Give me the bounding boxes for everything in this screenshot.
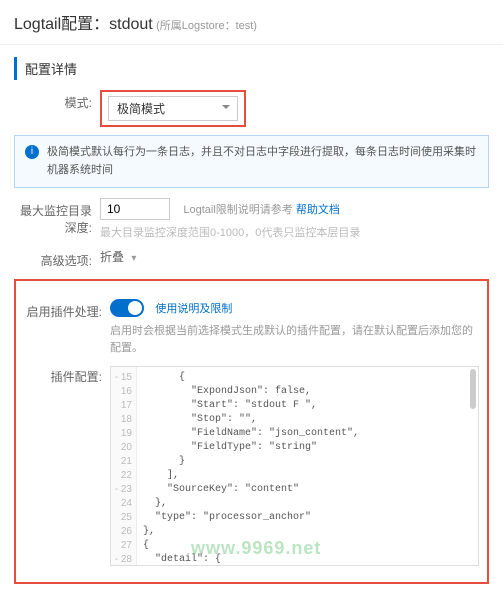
plugin-usage-link[interactable]: 使用说明及限制 — [155, 303, 232, 315]
editor-scrollbar[interactable] — [470, 369, 476, 409]
mode-info-box: i 极简模式默认每行为一条日志，并且不对日志中字段进行提取，每条日志时间使用采集… — [14, 135, 489, 188]
depth-hint: Logtail限制说明请参考 帮助文档 — [183, 204, 339, 216]
advanced-label: 高级选项: — [14, 248, 100, 269]
help-doc-link[interactable]: 帮助文档 — [296, 204, 340, 216]
plugin-config-editor[interactable]: - 15 16 17 18 19 20 21 22 - 23 24 25 26 … — [110, 366, 479, 566]
plugin-enable-toggle[interactable] — [110, 299, 144, 317]
plugin-toggle-desc: 启用时会根据当前选择模式生成默认的插件配置，请在默认配置后添加您的配置。 — [110, 323, 479, 356]
plugin-config-label: 插件配置: — [24, 364, 110, 385]
plugin-config-row: 插件配置: - 15 16 17 18 19 20 21 22 - 23 24 … — [24, 364, 479, 566]
info-icon: i — [25, 145, 39, 159]
advanced-row: 高级选项: 折叠 ▾ — [14, 248, 489, 269]
plugin-toggle-row: 启用插件处理: 使用说明及限制 启用时会根据当前选择模式生成默认的插件配置，请在… — [24, 299, 479, 356]
plugin-toggle-label: 启用插件处理: — [24, 299, 110, 320]
page-subtitle: (所属Logstore：test) — [156, 20, 257, 32]
depth-row: 最大监控目录深度: Logtail限制说明请参考 帮助文档 最大目录监控深度范围… — [14, 198, 489, 240]
mode-label: 模式: — [14, 90, 100, 111]
config-body: 模式: 极简模式 i 极简模式默认每行为一条日志，并且不对日志中字段进行提取，每… — [0, 90, 503, 598]
mode-select-value: 极简模式 — [117, 102, 165, 116]
editor-gutter: - 15 16 17 18 19 20 21 22 - 23 24 25 26 … — [111, 367, 137, 565]
mode-row: 模式: 极简模式 — [14, 90, 489, 127]
page-header: Logtail配置：stdout (所属Logstore：test) — [0, 0, 503, 45]
plugin-block-highlight: 启用插件处理: 使用说明及限制 启用时会根据当前选择模式生成默认的插件配置，请在… — [14, 279, 489, 584]
section-title: 配置详情 — [14, 57, 489, 80]
depth-input[interactable] — [100, 198, 170, 220]
advanced-toggle[interactable]: 折叠 ▾ — [100, 250, 136, 264]
mode-select[interactable]: 极简模式 — [108, 96, 238, 121]
depth-label: 最大监控目录深度: — [14, 198, 100, 236]
mode-info-text: 极简模式默认每行为一条日志，并且不对日志中字段进行提取，每条日志时间使用采集时机… — [47, 144, 478, 179]
page-title: Logtail配置：stdout — [14, 10, 153, 34]
chevron-down-icon: ▾ — [131, 253, 136, 264]
depth-sub-hint: 最大目录监控深度范围0-1000，0代表只监控本层目录 — [100, 224, 489, 240]
editor-code[interactable]: { "ExpondJson": false, "Start": "stdout … — [137, 367, 478, 565]
mode-highlight: 极简模式 — [100, 90, 246, 127]
